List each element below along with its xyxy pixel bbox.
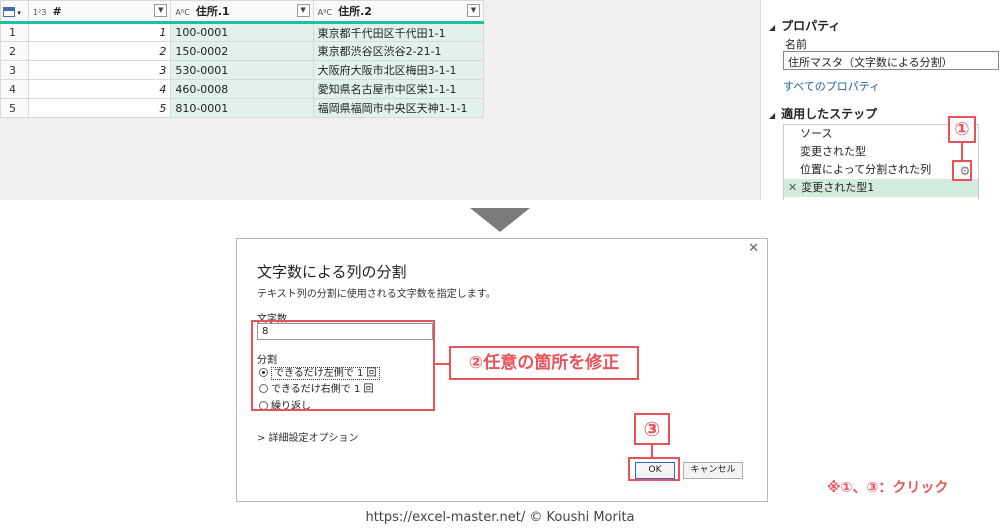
click-note: ※①、③：クリック xyxy=(827,480,949,496)
table-row[interactable]: 4 4 460-0008 愛知県名古屋市中区栄1-1-1 xyxy=(0,79,485,99)
table-cell[interactable]: 5 xyxy=(28,98,172,118)
all-properties-link[interactable]: すべてのプロパティ xyxy=(783,78,880,94)
table-cell[interactable]: 810-0001 xyxy=(170,98,314,118)
text-type-icon: AᴮC xyxy=(317,8,333,17)
credit-text: https://excel-master.net/ © Koushi Morit… xyxy=(365,510,635,525)
step-item[interactable]: 変更された型 xyxy=(784,143,978,161)
marker-2: ②任意の箇所を修正 xyxy=(449,346,639,380)
connector-line xyxy=(435,363,449,365)
table-cell[interactable]: 3 xyxy=(0,60,30,80)
table-cell[interactable]: 5 xyxy=(0,98,30,118)
table-cell[interactable]: 1 xyxy=(28,22,172,42)
down-arrow-icon xyxy=(470,208,530,232)
ok-highlight xyxy=(628,457,680,481)
cancel-button[interactable]: キャンセル xyxy=(683,462,743,479)
dialog-description: テキスト列の分割に使用される文字数を指定します。 xyxy=(257,289,496,300)
table-cell[interactable]: 東京都渋谷区渋谷2-21-1 xyxy=(312,41,485,61)
filter-dropdown-icon[interactable]: ▼ xyxy=(296,4,310,17)
table-cell[interactable]: 4 xyxy=(28,79,172,99)
query-name-input[interactable]: 住所マスタ（文字数による分割） xyxy=(783,51,999,70)
table-cell[interactable]: 愛知県名古屋市中区栄1-1-1 xyxy=(312,79,485,99)
advanced-options-toggle[interactable]: > 詳細設定オプション xyxy=(257,429,359,444)
close-icon[interactable]: ✕ xyxy=(748,241,759,256)
connector-line xyxy=(961,142,963,160)
table-icon xyxy=(3,6,15,17)
table-row[interactable]: 3 3 530-0001 大阪府大阪市北区梅田3-1-1 xyxy=(0,60,485,80)
table-cell[interactable]: 1 xyxy=(0,22,30,42)
data-grid: ▾ 1²3 # ▼ AᴮC 住所.1 ▼ AᴮC 住所.2 ▼ 1 1 100-0001 東京都千… xyxy=(0,0,485,118)
number-type-icon: 1²3 xyxy=(33,7,47,17)
step-item-selected[interactable]: ✕ 変更された型1 xyxy=(784,179,978,197)
marker-1: ① xyxy=(948,116,976,143)
table-cell[interactable]: 150-0002 xyxy=(170,41,314,61)
table-menu-button[interactable]: ▾ xyxy=(0,0,30,24)
text-type-icon: AᴮC xyxy=(175,8,190,17)
table-cell[interactable]: 530-0001 xyxy=(170,60,314,80)
filter-dropdown-icon[interactable]: ▼ xyxy=(154,4,168,17)
collapse-triangle-icon: ◢ xyxy=(769,111,776,120)
table-cell[interactable]: 東京都千代田区千代田1-1 xyxy=(312,22,485,42)
filter-dropdown-icon[interactable]: ▼ xyxy=(467,4,480,17)
table-row[interactable]: 5 5 810-0001 福岡県福岡市中央区天神1-1-1 xyxy=(0,98,485,118)
power-query-screenshot: ▾ 1²3 # ▼ AᴮC 住所.1 ▼ AᴮC 住所.2 ▼ 1 1 100-0001 東京都千… xyxy=(0,0,1000,200)
table-row[interactable]: 2 2 150-0002 東京都渋谷区渋谷2-21-1 xyxy=(0,41,485,61)
table-cell[interactable]: 福岡県福岡市中央区天神1-1-1 xyxy=(312,98,485,118)
table-cell[interactable]: 3 xyxy=(28,60,172,80)
applied-steps-header[interactable]: ◢ 適用したステップ xyxy=(769,105,877,122)
table-cell[interactable]: 2 xyxy=(28,41,172,61)
name-label: 名前 xyxy=(785,38,807,51)
step-item[interactable]: 位置によって分割された列 xyxy=(784,161,978,179)
column-header-address2[interactable]: AᴮC 住所.2 ▼ xyxy=(312,0,485,24)
table-cell[interactable]: 2 xyxy=(0,41,30,61)
delete-step-icon[interactable]: ✕ xyxy=(788,181,797,194)
collapse-triangle-icon: ◢ xyxy=(769,23,776,32)
gear-highlight xyxy=(952,160,972,181)
table-row[interactable]: 1 1 100-0001 東京都千代田区千代田1-1 xyxy=(0,22,485,42)
table-cell[interactable]: 4 xyxy=(0,79,30,99)
edit-area-highlight xyxy=(251,320,435,411)
properties-section-header[interactable]: ◢ プロパティ xyxy=(769,17,840,34)
column-header-address1[interactable]: AᴮC 住所.1 ▼ xyxy=(170,0,314,24)
column-header-number[interactable]: 1²3 # ▼ xyxy=(28,0,172,24)
marker-3: ③ xyxy=(634,413,670,445)
table-cell[interactable]: 460-0008 xyxy=(170,79,314,99)
table-cell[interactable]: 大阪府大阪市北区梅田3-1-1 xyxy=(312,60,485,80)
dialog-title: 文字数による列の分割 xyxy=(257,263,407,281)
table-cell[interactable]: 100-0001 xyxy=(170,22,314,42)
